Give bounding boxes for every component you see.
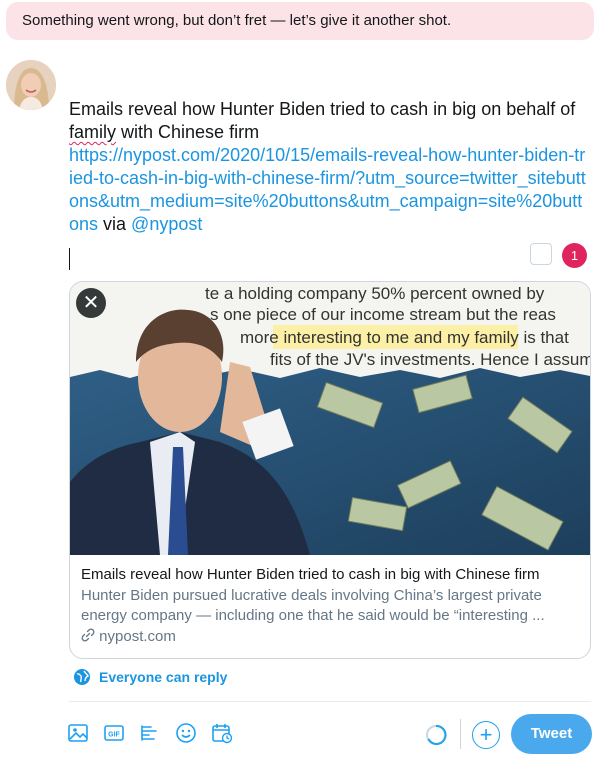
globe-icon [74,669,90,685]
reply-setting-button[interactable]: Everyone can reply [73,668,227,686]
card-title: Emails reveal how Hunter Biden tried to … [81,566,540,583]
tweet-compose-text[interactable]: Emails reveal how Hunter Biden tried to … [69,98,589,236]
text-caret [69,248,70,270]
card-photo: te a holding company 50% percent owned b… [70,282,590,555]
error-banner: Something went wrong, but don’t fret — l… [6,2,594,40]
compose-text-before: Emails reveal how Hunter Biden tried to … [69,99,576,119]
remove-card-button[interactable]: ✕ [76,288,106,318]
toolbar-separator [460,719,461,749]
char-over-count: 1 [562,243,587,268]
gif-label: GIF [108,732,120,739]
doc-line-2: s one piece of our income stream but the… [210,305,556,324]
link-preview-card[interactable]: te a holding company 50% percent owned b… [69,281,591,659]
compose-toolbar: GIF [66,721,234,745]
via-text: via [98,214,132,234]
media-icon[interactable] [66,721,90,745]
compose-text-after: with Chinese firm [116,122,260,142]
poll-icon[interactable] [138,721,162,745]
card-text: Emails reveal how Hunter Biden tried to … [70,555,590,647]
schedule-icon[interactable] [210,721,234,745]
emoji-icon[interactable] [174,721,198,745]
divider [69,701,591,702]
add-tweet-button[interactable]: + [472,721,500,749]
avatar-photo [6,60,56,110]
doc-line-3: more interesting to me and my family is … [240,328,569,347]
tweet-button[interactable]: Tweet [511,714,592,754]
mention-nypost[interactable]: @nypost [131,214,202,234]
link-icon [81,628,95,642]
card-domain-text: nypost.com [99,628,176,645]
card-image: te a holding company 50% percent owned b… [70,282,590,555]
card-description: Hunter Biden pursued lucrative deals inv… [81,587,545,624]
char-counter-ring [530,243,552,265]
doc-line-1: te a holding company 50% percent owned b… [205,284,545,303]
error-message: Something went wrong, but don’t fret — l… [22,12,452,29]
card-domain: nypost.com [81,627,579,647]
misspelled-word[interactable]: family [69,122,116,142]
gif-icon[interactable]: GIF [102,721,126,745]
reply-setting-label: Everyone can reply [99,669,228,685]
doc-line-4: fits of the JV's investments. Hence I as… [270,350,590,369]
char-progress-icon [426,724,447,745]
avatar[interactable] [6,60,56,110]
